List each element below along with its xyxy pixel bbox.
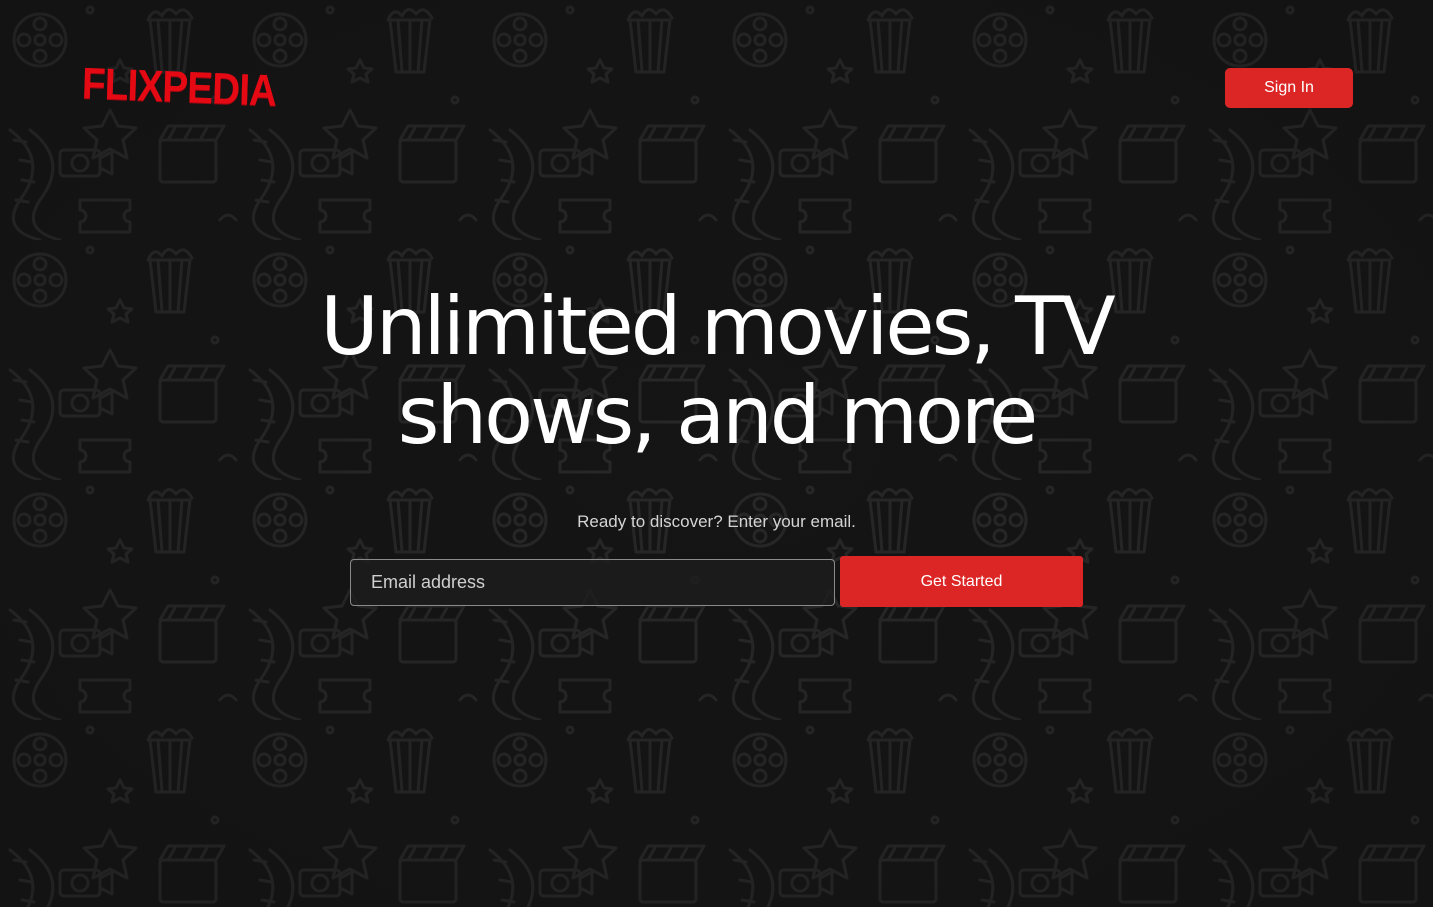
hero-section: Unlimited movies, TV shows, and more [0, 282, 1433, 460]
hero-subtitle: Ready to discover? Enter your email. [577, 512, 856, 531]
hero-title: Unlimited movies, TV shows, and more [267, 282, 1167, 460]
hero-title-line2: shows, and more [397, 369, 1038, 462]
landing-page: FLIXPEDIA Sign In Unlimited movies, TV s… [0, 0, 1433, 907]
get-started-button[interactable]: Get Started [840, 556, 1083, 607]
sign-in-button[interactable]: Sign In [1225, 68, 1353, 108]
hero-title-line1: Unlimited movies, TV [320, 280, 1115, 373]
flixpedia-logo[interactable]: FLIXPEDIA [81, 59, 277, 116]
email-input[interactable] [350, 559, 835, 606]
